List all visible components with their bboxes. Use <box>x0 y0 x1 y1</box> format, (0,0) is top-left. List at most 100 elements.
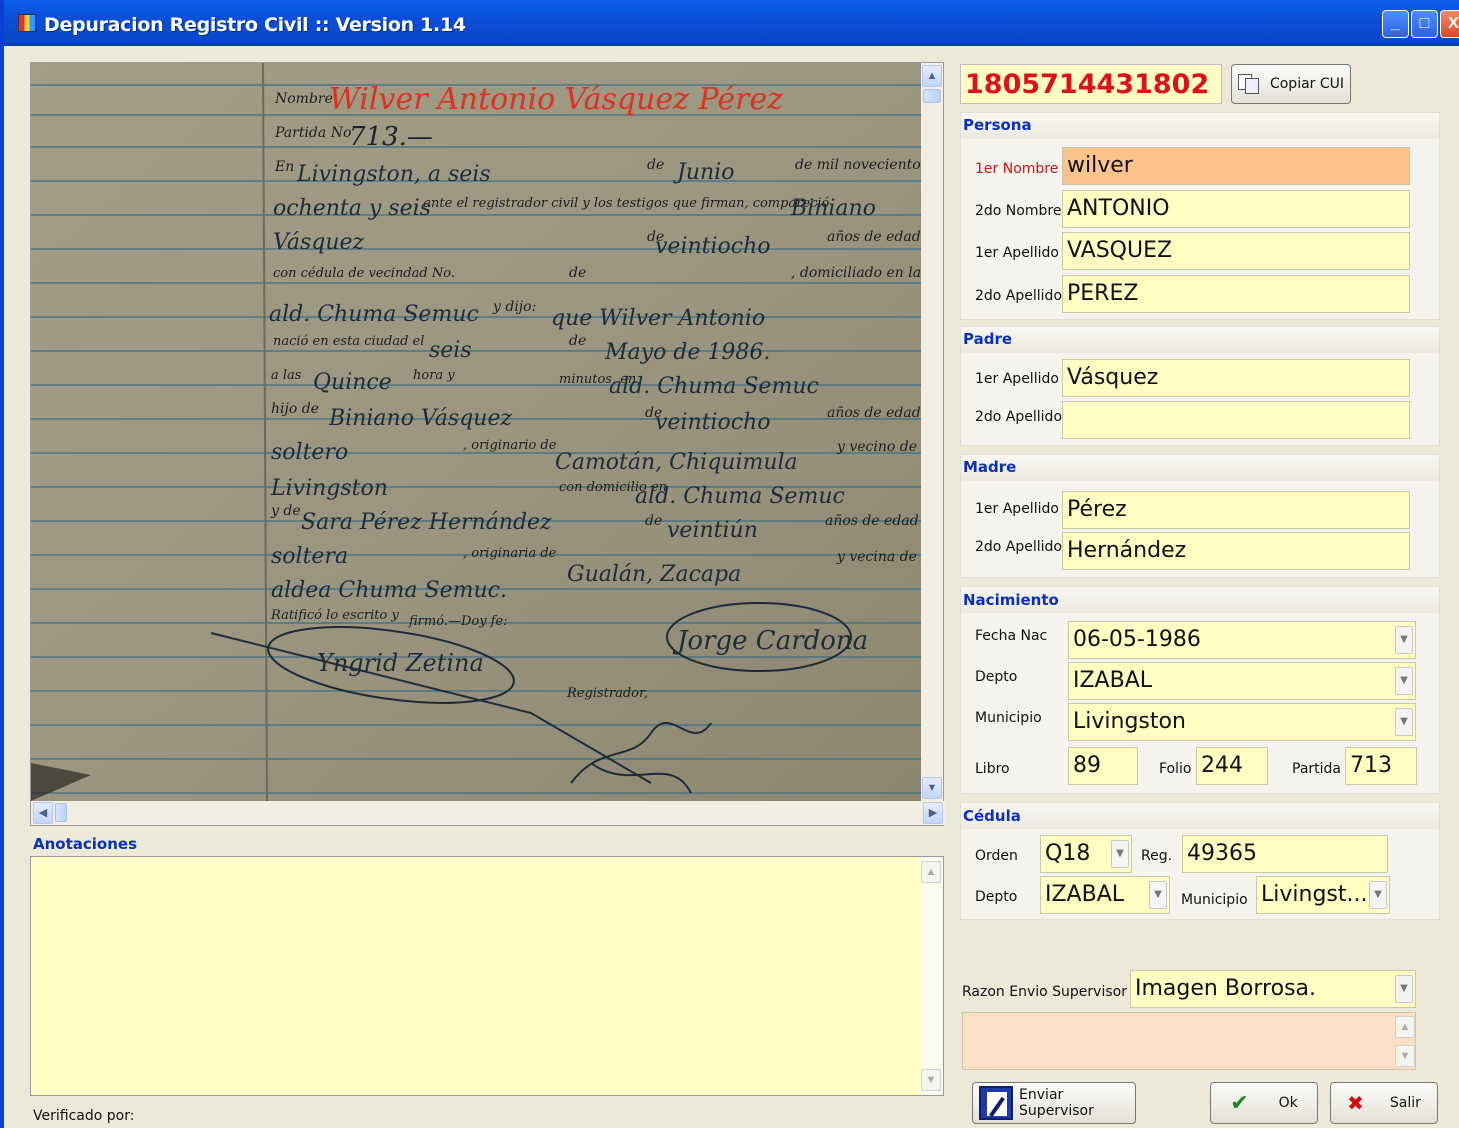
image-horizontal-scrollbar[interactable]: ◀ ▶ <box>31 801 945 825</box>
razon-scroll-down[interactable]: ▼ <box>1395 1045 1415 1067</box>
signature-2: Jorge Cardona <box>672 626 868 656</box>
print-de-mil: de mil novecientos <box>795 157 921 173</box>
close-button[interactable]: X <box>1440 10 1459 38</box>
nac-depto-select[interactable]: IZABAL ▼ <box>1068 662 1416 700</box>
nac-municipio-select[interactable]: Livingston ▼ <box>1068 703 1416 741</box>
print-de1: de <box>647 157 664 173</box>
print-domiciliado: , domiciliado en la <box>791 265 921 281</box>
main-window: Depuracion Registro Civil :: Version 1.1… <box>0 0 1459 1128</box>
chevron-down-icon[interactable]: ▼ <box>1369 881 1387 909</box>
cedula-title: Cédula <box>963 807 1021 825</box>
print-alas: a las <box>271 368 302 383</box>
anotaciones-textarea[interactable]: ▲ ▼ <box>30 856 944 1096</box>
hw-fecha-nac: Mayo de 1986. <box>604 340 770 365</box>
hw-dia: Livingston, a seis <box>296 162 491 187</box>
window-title: Depuracion Registro Civil :: Version 1.1… <box>44 14 466 36</box>
chevron-down-icon[interactable]: ▼ <box>1395 667 1413 695</box>
padre-segundo-apellido-input[interactable] <box>1062 401 1410 439</box>
maximize-button[interactable]: □ <box>1411 10 1438 38</box>
print-ydijo: y dijo: <box>492 299 536 315</box>
ok-label: Ok <box>1278 1095 1298 1111</box>
cui-field[interactable]: 1805714431802 <box>960 64 1222 104</box>
title-bar[interactable]: Depuracion Registro Civil :: Version 1.1… <box>4 0 1459 46</box>
primer-nombre-input[interactable]: wilver <box>1062 147 1410 185</box>
scroll-up-button[interactable]: ▲ <box>922 65 942 87</box>
enviar-supervisor-button[interactable]: Enviar Supervisor <box>972 1082 1136 1124</box>
anot-scroll-up[interactable]: ▲ <box>921 861 941 883</box>
image-vertical-scrollbar[interactable]: ▲ ▼ <box>921 63 943 801</box>
madre-header <box>961 455 1439 481</box>
padre-title: Padre <box>963 330 1013 348</box>
cedula-depto-select[interactable]: IZABAL ▼ <box>1040 876 1170 914</box>
chevron-down-icon[interactable]: ▼ <box>1395 975 1413 1003</box>
nac-depto-label: Depto <box>975 669 1018 685</box>
app-icon <box>18 14 36 32</box>
primer-apellido-input[interactable]: VASQUEZ <box>1062 232 1410 270</box>
verificado-label: Verificado por: <box>33 1108 135 1124</box>
primer-nombre-label: 1er Nombre <box>975 161 1059 177</box>
padre-primer-apellido-input[interactable]: Vásquez <box>1062 359 1410 397</box>
hw-padre: Biniano Vásquez <box>328 406 512 431</box>
chevron-down-icon[interactable]: ▼ <box>1149 881 1167 909</box>
segundo-apellido-input[interactable]: PEREZ <box>1062 275 1410 313</box>
hw-anio: ochenta y seis <box>273 196 431 221</box>
folio-input[interactable]: 244 <box>1196 747 1268 785</box>
fecha-nac-label: Fecha Nac <box>975 628 1048 644</box>
segundo-apellido-label: 2do Apellido <box>975 288 1063 304</box>
nac-municipio-value: Livingston <box>1073 709 1186 734</box>
chevron-down-icon[interactable]: ▼ <box>1395 708 1413 736</box>
razon-select[interactable]: Imagen Borrosa. ▼ <box>1130 970 1416 1008</box>
fecha-nac-picker[interactable]: 06-05-1986 ▼ <box>1068 621 1416 659</box>
hscroll-thumb[interactable] <box>55 803 67 822</box>
madre-segundo-apellido-input[interactable]: Hernández <box>1062 532 1410 570</box>
partida-input[interactable]: 713 <box>1345 747 1417 785</box>
padre-segundo-apellido-label: 2do Apellido <box>975 409 1063 425</box>
nac-depto-value: IZABAL <box>1073 668 1153 693</box>
minimize-button[interactable]: _ <box>1382 10 1409 38</box>
print-de3: de <box>569 265 586 281</box>
segundo-nombre-label: 2do Nombre <box>975 203 1062 219</box>
chevron-down-icon[interactable]: ▼ <box>1111 840 1129 868</box>
scroll-right-button[interactable]: ▶ <box>923 802 943 824</box>
birth-record-image: Nombre Partida No En de de mil novecient… <box>31 63 921 801</box>
cedula-municipio-select[interactable]: Livingst... ▼ <box>1256 876 1390 914</box>
orden-label: Orden <box>975 848 1018 864</box>
print-originaria: , originaria de <box>463 546 557 561</box>
anot-scroll-down[interactable]: ▼ <box>921 1069 941 1091</box>
hw-ciudad: Livingston <box>270 476 388 501</box>
hw-origen2: Gualán, Zacapa <box>567 562 741 587</box>
reg-input[interactable]: 49365 <box>1182 835 1388 873</box>
print-de6: de <box>645 513 662 529</box>
razon-value: Imagen Borrosa. <box>1135 976 1317 1001</box>
segundo-nombre-input[interactable]: ANTONIO <box>1062 190 1410 228</box>
print-anos3: años de edad <box>825 513 919 529</box>
print-originario: , originario de <box>463 438 557 453</box>
razon-scroll-up[interactable]: ▲ <box>1395 1016 1415 1038</box>
copy-cui-button[interactable]: Copiar CUI <box>1231 64 1351 104</box>
enviar-supervisor-label: Enviar Supervisor <box>1019 1087 1094 1119</box>
scroll-thumb[interactable] <box>923 89 941 103</box>
hw-partida: 713.— <box>349 122 433 152</box>
madre-primer-apellido-input[interactable]: Pérez <box>1062 491 1410 529</box>
print-hora: hora y <box>413 368 455 383</box>
print-ante: , ante el registrador civil y los testig… <box>415 196 830 211</box>
orden-value: Q18 <box>1045 841 1091 866</box>
document-viewer[interactable]: Nombre Partida No En de de mil novecient… <box>30 62 945 826</box>
print-hijo: hijo de <box>271 401 319 417</box>
razon-textarea[interactable]: ▲ ▼ <box>962 1012 1416 1070</box>
ok-button[interactable]: ✔ Ok <box>1210 1082 1318 1124</box>
chevron-down-icon[interactable]: ▼ <box>1395 626 1413 654</box>
anotaciones-scrollbar[interactable]: ▲ ▼ <box>921 857 943 1095</box>
scroll-left-button[interactable]: ◀ <box>33 802 53 824</box>
libro-input[interactable]: 89 <box>1068 747 1138 785</box>
cedula-municipio-label: Municipio <box>1181 892 1248 908</box>
cedula-municipio-value: Livingst... <box>1261 882 1368 907</box>
hw-dia-nac: seis <box>429 338 472 363</box>
orden-select[interactable]: Q18 ▼ <box>1040 835 1132 873</box>
scroll-down-button[interactable]: ▼ <box>922 777 942 799</box>
reg-label: Reg. <box>1141 848 1173 864</box>
salir-button[interactable]: ✖ Salir <box>1330 1082 1438 1124</box>
hw-madre-edad: veintiún <box>667 518 758 543</box>
anotaciones-label: Anotaciones <box>33 835 138 853</box>
signature-1: Yngrid Zetina <box>317 649 484 677</box>
